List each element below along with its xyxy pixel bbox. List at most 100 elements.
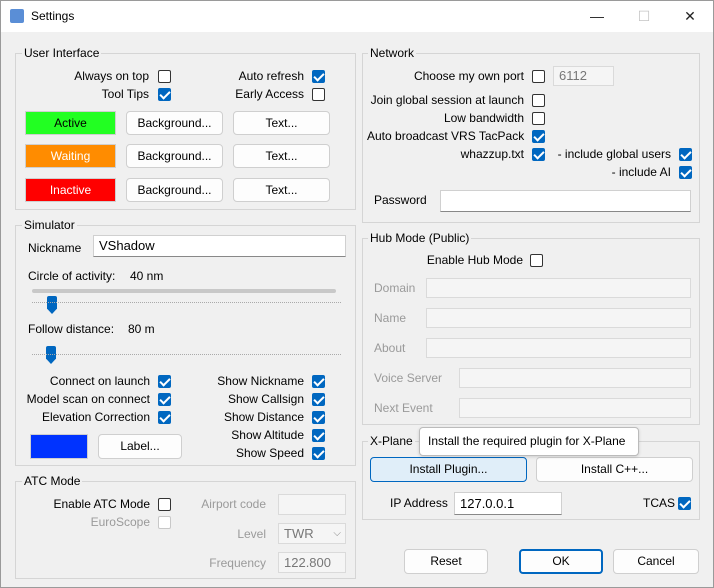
show-distance-checkbox[interactable] [312,411,325,424]
name-label: Name [374,311,407,325]
airport-code-input[interactable] [278,494,346,515]
join-global-label: Join global session at launch [370,93,524,107]
install-cpp-button[interactable]: Install C++... [536,457,693,482]
active-color-swatch: Active [25,111,116,135]
voice-server-input[interactable] [459,368,691,388]
connect-on-launch-checkbox[interactable] [158,375,171,388]
euroscope-label: EuroScope [90,515,150,529]
level-select-value: TWR [284,526,314,541]
label-button[interactable]: Label... [98,434,182,459]
auto-broadcast-label: Auto broadcast VRS TacPack [367,129,525,143]
whazzup-checkbox[interactable] [532,148,545,161]
model-scan-label: Model scan on connect [26,392,150,406]
low-bandwidth-label: Low bandwidth [443,111,524,125]
own-port-label: Choose my own port [413,69,524,83]
show-callsign-checkbox[interactable] [312,393,325,406]
show-distance-label: Show Distance [223,410,304,424]
always-on-top-label: Always on top [74,69,149,83]
follow-distance-value: 80 m [128,322,155,336]
simulator-group [15,225,356,466]
inactive-background-button[interactable]: Background... [126,178,223,202]
install-plugin-tooltip: Install the required plugin for X-Plane [419,427,639,456]
model-scan-checkbox[interactable] [158,393,171,406]
label-color-swatch [30,434,88,459]
euroscope-checkbox[interactable] [158,516,171,529]
name-input[interactable] [426,308,691,328]
reset-button[interactable]: Reset [404,549,488,574]
about-label: About [374,341,406,355]
user-interface-group-label: User Interface [22,46,102,60]
show-nickname-label: Show Nickname [217,374,304,388]
port-input[interactable]: 6112 [553,66,614,86]
simulator-group-label: Simulator [22,218,77,232]
auto-broadcast-checkbox[interactable] [532,130,545,143]
tcas-label: TCAS [643,496,676,510]
about-input[interactable] [426,338,691,358]
nickname-input[interactable]: VShadow [93,235,346,257]
domain-input[interactable] [426,278,691,298]
atc-mode-group-label: ATC Mode [22,474,83,488]
title-bar: Settings — ☐ ✕ [1,1,713,32]
domain-label: Domain [374,281,416,295]
tool-tips-label: Tool Tips [101,87,149,101]
low-bandwidth-checkbox[interactable] [532,112,545,125]
include-global-users-label: - include global users [557,147,671,161]
ok-button[interactable]: OK [519,549,603,574]
circle-of-activity-label: Circle of activity: [28,269,116,283]
include-ai-checkbox[interactable] [679,166,692,179]
active-background-button[interactable]: Background... [126,111,223,135]
ip-address-input[interactable]: 127.0.0.1 [454,492,562,515]
close-button[interactable]: ✕ [667,1,713,32]
chevron-down-icon: ⌵ [333,528,341,539]
tcas-checkbox[interactable] [678,497,691,510]
tool-tips-checkbox[interactable] [158,88,171,101]
show-altitude-label: Show Altitude [231,428,304,442]
own-port-checkbox[interactable] [532,70,545,83]
waiting-color-swatch: Waiting [25,144,116,168]
inactive-text-button[interactable]: Text... [233,178,330,202]
level-label: Level [237,527,266,541]
frequency-input[interactable]: 122.800 [278,552,346,573]
nickname-label: Nickname [28,241,82,255]
show-speed-label: Show Speed [235,446,304,460]
circle-of-activity-track [32,289,336,293]
always-on-top-checkbox[interactable] [158,70,171,83]
password-input[interactable] [440,190,691,212]
network-group-label: Network [368,46,417,60]
enable-hub-checkbox[interactable] [530,254,543,267]
level-select[interactable]: TWR ⌵ [278,523,346,544]
enable-hub-label: Enable Hub Mode [426,253,523,267]
settings-window: Settings — ☐ ✕ User Interface Always on … [0,0,714,588]
waiting-text-button[interactable]: Text... [233,144,330,168]
show-nickname-checkbox[interactable] [312,375,325,388]
app-icon [10,9,24,23]
elevation-correction-label: Elevation Correction [41,410,150,424]
hub-mode-group-label: Hub Mode (Public) [368,231,472,245]
next-event-input[interactable] [459,398,691,418]
next-event-label: Next Event [374,401,433,415]
follow-distance-ticks [32,354,341,356]
password-label: Password [374,193,427,207]
maximize-button[interactable]: ☐ [621,1,667,32]
enable-atc-checkbox[interactable] [158,498,171,511]
show-altitude-checkbox[interactable] [312,429,325,442]
xplane-group-label: X-Plane [368,434,415,448]
enable-atc-label: Enable ATC Mode [53,497,151,511]
early-access-label: Early Access [235,87,304,101]
join-global-checkbox[interactable] [532,94,545,107]
early-access-checkbox[interactable] [312,88,325,101]
include-global-users-checkbox[interactable] [679,148,692,161]
active-text-button[interactable]: Text... [233,111,330,135]
inactive-color-swatch: Inactive [25,178,116,202]
cancel-button[interactable]: Cancel [613,549,699,574]
install-plugin-button[interactable]: Install Plugin... [370,457,527,482]
auto-refresh-checkbox[interactable] [312,70,325,83]
follow-distance-label: Follow distance: [28,322,115,336]
show-speed-checkbox[interactable] [312,447,325,460]
elevation-correction-checkbox[interactable] [158,411,171,424]
minimize-button[interactable]: — [574,1,620,32]
waiting-background-button[interactable]: Background... [126,144,223,168]
circle-of-activity-ticks [32,302,341,304]
ip-address-label: IP Address [390,496,448,510]
auto-refresh-label: Auto refresh [238,69,304,83]
